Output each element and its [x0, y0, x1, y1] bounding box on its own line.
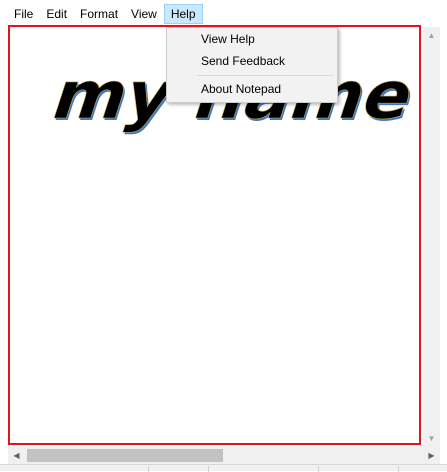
horizontal-scrollbar[interactable]: ◀ ▶	[8, 447, 440, 464]
status-separator	[208, 466, 209, 472]
menu-bar: File Edit Format View Help	[0, 0, 447, 27]
menu-file[interactable]: File	[8, 4, 39, 24]
scroll-down-icon[interactable]: ▼	[423, 430, 440, 447]
status-separator	[398, 466, 399, 472]
scroll-left-icon[interactable]: ◀	[8, 447, 25, 464]
status-separator	[148, 466, 149, 472]
menu-item-send-feedback[interactable]: Send Feedback	[168, 50, 336, 72]
menu-format[interactable]: Format	[74, 4, 124, 24]
menu-separator	[197, 75, 333, 76]
menu-edit[interactable]: Edit	[40, 4, 73, 24]
scroll-up-icon[interactable]: ▲	[423, 27, 440, 44]
menu-view[interactable]: View	[125, 4, 163, 24]
menu-item-view-help[interactable]: View Help	[168, 28, 336, 50]
menu-help[interactable]: Help	[163, 3, 203, 24]
vertical-scrollbar[interactable]: ▲ ▼	[423, 27, 440, 447]
status-bar	[0, 464, 447, 472]
menu-item-about-notepad[interactable]: About Notepad	[168, 78, 336, 100]
horizontal-scroll-thumb[interactable]	[27, 449, 223, 462]
status-separator	[318, 466, 319, 472]
scroll-right-icon[interactable]: ▶	[423, 447, 440, 464]
help-menu-dropdown: View Help Send Feedback About Notepad	[166, 27, 338, 103]
